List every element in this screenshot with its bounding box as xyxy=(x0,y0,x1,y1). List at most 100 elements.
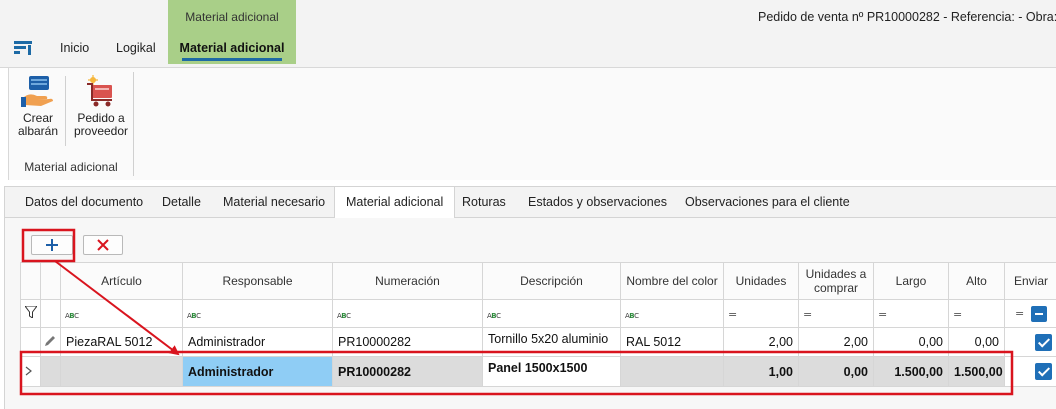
text-filter-icon: ABC xyxy=(337,311,351,320)
cell-descripcion[interactable]: Tornillo 5x20 aluminio xyxy=(482,327,621,357)
equals-filter-icon: = xyxy=(878,307,888,321)
grid-panel: Artículo Responsable Numeración Descripc… xyxy=(5,218,1056,409)
tab-detalle[interactable]: Detalle xyxy=(162,187,201,218)
delete-row-button[interactable] xyxy=(83,235,123,255)
document-tabs: Datos del documento Detalle Material nec… xyxy=(5,187,1056,219)
crear-albaran-label: Crear albarán xyxy=(17,111,59,138)
filter-responsable[interactable]: ABC xyxy=(182,299,333,328)
document-title: Pedido de venta nº PR10000282 - Referenc… xyxy=(758,10,1056,24)
cell-articulo[interactable] xyxy=(60,356,183,387)
cell-articulo[interactable]: PiezaRAL 5012 xyxy=(60,327,183,357)
ribbon-tab-inicio[interactable]: Inicio xyxy=(60,41,89,55)
add-row-button[interactable] xyxy=(31,235,73,255)
cell-largo[interactable]: 0,00 xyxy=(873,327,949,357)
cell-numeracion[interactable]: PR10000282 xyxy=(332,327,483,357)
cell-numeracion[interactable]: PR10000282 xyxy=(332,356,483,387)
logikal-logo-icon[interactable] xyxy=(14,40,32,56)
chevron-right-icon xyxy=(25,366,32,375)
cell-unidades[interactable]: 1,00 xyxy=(723,356,799,387)
ribbon-tab-logikal[interactable]: Logikal xyxy=(116,41,156,55)
enviar-checkbox[interactable] xyxy=(1035,363,1052,380)
filter-cell[interactable] xyxy=(20,299,41,328)
tab-material-adicional[interactable]: Material adicional xyxy=(334,187,456,219)
contextual-group-label: Material adicional xyxy=(185,10,279,24)
header-nombre-color[interactable]: Nombre del color xyxy=(620,262,724,300)
header-unidades[interactable]: Unidades xyxy=(723,262,799,300)
select-all-checkbox[interactable] xyxy=(1030,305,1047,322)
header-alto[interactable]: Alto xyxy=(948,262,1005,300)
tab-estados-observaciones[interactable]: Estados y observaciones xyxy=(528,187,667,218)
cell-responsable[interactable]: Administrador xyxy=(182,356,333,387)
cell-responsable[interactable]: Administrador xyxy=(182,327,333,357)
delete-x-icon xyxy=(97,239,109,251)
grid-header-row: Artículo Responsable Numeración Descripc… xyxy=(20,262,1056,300)
row-edit-cell xyxy=(40,356,61,387)
tab-roturas[interactable]: Roturas xyxy=(462,187,506,218)
header-indicator xyxy=(20,262,41,300)
cell-descripcion[interactable]: Panel 1500x1500 xyxy=(482,356,621,387)
filter-numeracion[interactable]: ABC xyxy=(332,299,483,328)
filter-unidades[interactable]: = xyxy=(723,299,799,328)
cart-order-icon xyxy=(87,75,112,107)
tab-material-necesario[interactable]: Material necesario xyxy=(223,187,325,218)
pedido-proveedor-button[interactable]: Pedido a proveedor xyxy=(73,72,129,138)
header-largo[interactable]: Largo xyxy=(873,262,949,300)
table-row[interactable]: PiezaRAL 5012 Administrador PR10000282 T… xyxy=(20,327,1056,357)
ribbon-header: Inicio Logikal Material adicional Materi… xyxy=(0,0,1056,68)
header-articulo[interactable]: Artículo xyxy=(60,262,183,300)
header-edit xyxy=(40,262,61,300)
ribbon-group-label: Material adicional xyxy=(24,160,118,174)
filter-row: ABC ABC ABC ABC ABC = = = = = xyxy=(20,299,1056,328)
text-filter-icon: ABC xyxy=(487,311,501,320)
pedido-proveedor-label: Pedido a proveedor xyxy=(73,111,129,138)
ribbon-separator xyxy=(65,76,66,146)
cell-unidades-comprar[interactable]: 0,00 xyxy=(798,356,874,387)
ribbon-body: Crear albarán Pedido a proveedor Materia… xyxy=(8,68,1056,180)
cell-color[interactable]: RAL 5012 xyxy=(620,327,724,357)
pencil-icon xyxy=(45,335,55,346)
plus-icon xyxy=(46,239,58,251)
header-numeracion[interactable]: Numeración xyxy=(332,262,483,300)
tab-datos-documento[interactable]: Datos del documento xyxy=(25,187,143,218)
row-indicator[interactable] xyxy=(20,356,41,387)
filter-cell xyxy=(40,299,61,328)
document-panel: Datos del documento Detalle Material nec… xyxy=(4,186,1056,409)
header-unidades-comprar[interactable]: Unidades a comprar xyxy=(798,262,874,300)
filter-largo[interactable]: = xyxy=(873,299,949,328)
active-tab-underline xyxy=(182,58,282,61)
enviar-checkbox[interactable] xyxy=(1035,333,1052,351)
text-filter-icon: ABC xyxy=(187,311,201,320)
text-filter-icon: ABC xyxy=(625,311,639,320)
filter-alto[interactable]: = xyxy=(948,299,1005,328)
row-edit-cell xyxy=(40,327,61,357)
crear-albaran-button[interactable]: Crear albarán xyxy=(13,72,63,138)
equals-filter-icon: = xyxy=(728,307,738,321)
equals-filter-icon: = xyxy=(953,307,963,321)
header-descripcion[interactable]: Descripción xyxy=(482,262,621,300)
delivery-note-icon xyxy=(21,76,53,107)
text-filter-icon: ABC xyxy=(65,311,79,320)
filter-articulo[interactable]: ABC xyxy=(60,299,183,328)
ribbon-tab-material-adicional[interactable]: Material adicional xyxy=(168,41,296,55)
tab-observaciones-cliente[interactable]: Observaciones para el cliente xyxy=(685,187,850,218)
filter-enviar[interactable]: = xyxy=(1004,299,1056,328)
cell-unidades[interactable]: 2,00 xyxy=(723,327,799,357)
cell-color[interactable] xyxy=(620,356,724,387)
cell-alto[interactable]: 0,00 xyxy=(948,327,1005,357)
material-grid: Artículo Responsable Numeración Descripc… xyxy=(20,262,1056,387)
filter-color[interactable]: ABC xyxy=(620,299,724,328)
cell-alto[interactable]: 1.500,00 xyxy=(948,356,1005,387)
filter-icon xyxy=(24,305,38,319)
header-enviar[interactable]: Enviar xyxy=(1004,262,1056,300)
row-indicator[interactable] xyxy=(20,327,41,357)
cell-enviar[interactable] xyxy=(1004,327,1056,357)
cell-unidades-comprar[interactable]: 2,00 xyxy=(798,327,874,357)
filter-unidades-comprar[interactable]: = xyxy=(798,299,874,328)
header-responsable[interactable]: Responsable xyxy=(182,262,333,300)
equals-filter-icon: = xyxy=(803,307,813,321)
filter-descripcion[interactable]: ABC xyxy=(482,299,621,328)
table-row-new[interactable]: Administrador PR10000282 Panel 1500x1500… xyxy=(20,356,1056,387)
equals-filter-icon: = xyxy=(1015,306,1025,320)
cell-enviar[interactable] xyxy=(1004,356,1056,387)
cell-largo[interactable]: 1.500,00 xyxy=(873,356,949,387)
